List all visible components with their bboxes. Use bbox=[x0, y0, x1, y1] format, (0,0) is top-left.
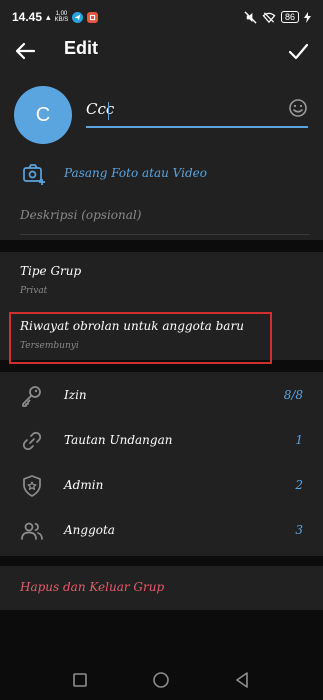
group-info-section: C Ccc Pasang Foto atau Video Deskripsi (… bbox=[0, 68, 323, 240]
members-row[interactable]: Anggota 3 bbox=[0, 509, 323, 553]
network-speed: 1,00 KB/S bbox=[55, 11, 69, 23]
home-circle-icon[interactable] bbox=[151, 670, 171, 690]
status-right-group: 86 bbox=[244, 10, 311, 24]
app-notification-icon bbox=[87, 11, 99, 23]
delete-leave-group-label: Hapus dan Keluar Grup bbox=[20, 580, 165, 594]
admins-label: Admin bbox=[64, 478, 104, 492]
invite-links-label: Tautan Undangan bbox=[64, 433, 173, 447]
invite-links-row[interactable]: Tautan Undangan 1 bbox=[0, 419, 323, 463]
description-input[interactable]: Deskripsi (opsional) bbox=[20, 208, 141, 222]
group-type-title: Tipe Grup bbox=[20, 264, 82, 278]
charging-icon bbox=[304, 11, 311, 23]
recents-square-icon[interactable] bbox=[70, 670, 90, 690]
key-icon bbox=[22, 386, 41, 407]
back-triangle-icon[interactable] bbox=[232, 670, 252, 690]
group-options-section: Izin 8/8 Tautan Undangan 1 Admin 2 Anggo… bbox=[0, 372, 323, 556]
link-icon bbox=[22, 431, 42, 451]
chat-history-setting[interactable]: Riwayat obrolan untuk anggota baru Terse… bbox=[20, 319, 244, 351]
group-avatar[interactable]: C bbox=[14, 86, 72, 144]
delete-leave-group-button[interactable]: Hapus dan Keluar Grup bbox=[0, 566, 323, 610]
network-speed-unit: KB/S bbox=[54, 17, 69, 23]
telegram-notification-icon bbox=[72, 11, 84, 23]
chat-history-title: Riwayat obrolan untuk anggota baru bbox=[20, 319, 244, 333]
permissions-count: 8/8 bbox=[283, 388, 303, 402]
chat-history-value: Tersembunyi bbox=[20, 341, 79, 351]
page-title: Edit bbox=[64, 38, 98, 58]
avatar-letter: C bbox=[35, 103, 51, 126]
battery-level: 86 bbox=[280, 11, 299, 23]
shield-icon bbox=[23, 475, 41, 497]
save-check-icon[interactable] bbox=[287, 40, 309, 62]
set-photo-label: Pasang Foto atau Video bbox=[64, 166, 207, 180]
people-icon bbox=[21, 522, 43, 540]
mute-icon bbox=[244, 10, 257, 24]
admins-row[interactable]: Admin 2 bbox=[0, 464, 323, 508]
camera-add-icon bbox=[23, 164, 45, 185]
group-type-value: Privat bbox=[20, 286, 48, 296]
permissions-label: Izin bbox=[64, 388, 87, 402]
status-bar: 14.45 ▴ 1,00 KB/S 86 bbox=[0, 0, 323, 34]
set-photo-button[interactable]: Pasang Foto atau Video bbox=[0, 158, 323, 192]
wifi-off-icon bbox=[262, 11, 276, 23]
emoji-icon[interactable] bbox=[288, 98, 308, 118]
status-time: 14.45 bbox=[12, 10, 43, 24]
group-name-value: Ccc bbox=[86, 100, 115, 118]
group-settings-section: Tipe Grup Privat Riwayat obrolan untuk a… bbox=[0, 252, 323, 364]
admins-count: 2 bbox=[295, 478, 303, 492]
group-type-setting[interactable]: Tipe Grup Privat bbox=[20, 264, 81, 296]
text-caret bbox=[108, 102, 109, 120]
signal-small-icon: ▴ bbox=[46, 11, 51, 22]
back-arrow-icon[interactable] bbox=[14, 40, 36, 62]
members-label: Anggota bbox=[64, 523, 115, 537]
members-count: 3 bbox=[295, 523, 303, 537]
invite-links-count: 1 bbox=[295, 433, 303, 447]
app-bar: Edit bbox=[0, 34, 323, 68]
permissions-row[interactable]: Izin 8/8 bbox=[0, 374, 323, 418]
group-name-input[interactable]: Ccc bbox=[86, 94, 308, 128]
system-nav-bar bbox=[0, 660, 323, 700]
description-underline bbox=[20, 234, 310, 235]
